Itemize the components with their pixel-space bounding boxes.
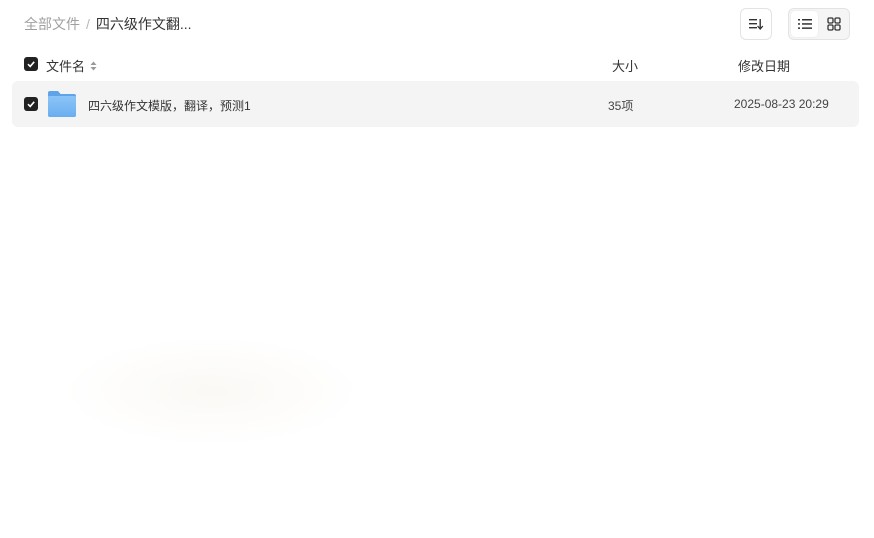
column-header-size[interactable]: 大小 — [612, 56, 638, 75]
select-all-checkbox[interactable] — [24, 57, 38, 71]
folder-icon — [48, 91, 76, 117]
breadcrumb: 全部文件 / 四六级作文翻... — [24, 15, 192, 33]
file-date: 2025-08-23 20:29 — [734, 97, 829, 111]
column-header-date[interactable]: 修改日期 — [738, 56, 790, 75]
table-header: 文件名 大小 修改日期 — [0, 52, 874, 76]
row-checkbox[interactable] — [24, 97, 38, 111]
column-header-name-label: 文件名 — [46, 59, 86, 74]
sort-toggle-icon — [90, 61, 97, 71]
breadcrumb-root-link[interactable]: 全部文件 — [24, 14, 80, 34]
breadcrumb-current: 四六级作文翻... — [95, 16, 192, 32]
sort-icon — [749, 19, 764, 30]
file-name[interactable]: 四六级作文模版，翻译，预测1 — [88, 97, 251, 114]
background-shadow — [62, 336, 362, 446]
table-row[interactable]: 四六级作文模版，翻译，预测1 35项 2025-08-23 20:29 — [12, 81, 859, 127]
check-icon — [27, 101, 35, 108]
sort-button[interactable] — [740, 8, 772, 40]
list-view-icon — [797, 19, 812, 29]
grid-view-button[interactable] — [820, 11, 847, 37]
grid-view-icon — [826, 17, 841, 31]
view-toggle — [788, 8, 850, 40]
list-view-button[interactable] — [791, 11, 818, 37]
file-size: 35项 — [608, 99, 634, 113]
breadcrumb-separator: / — [86, 16, 90, 32]
column-header-name[interactable]: 文件名 — [46, 56, 97, 75]
check-icon — [27, 61, 35, 68]
